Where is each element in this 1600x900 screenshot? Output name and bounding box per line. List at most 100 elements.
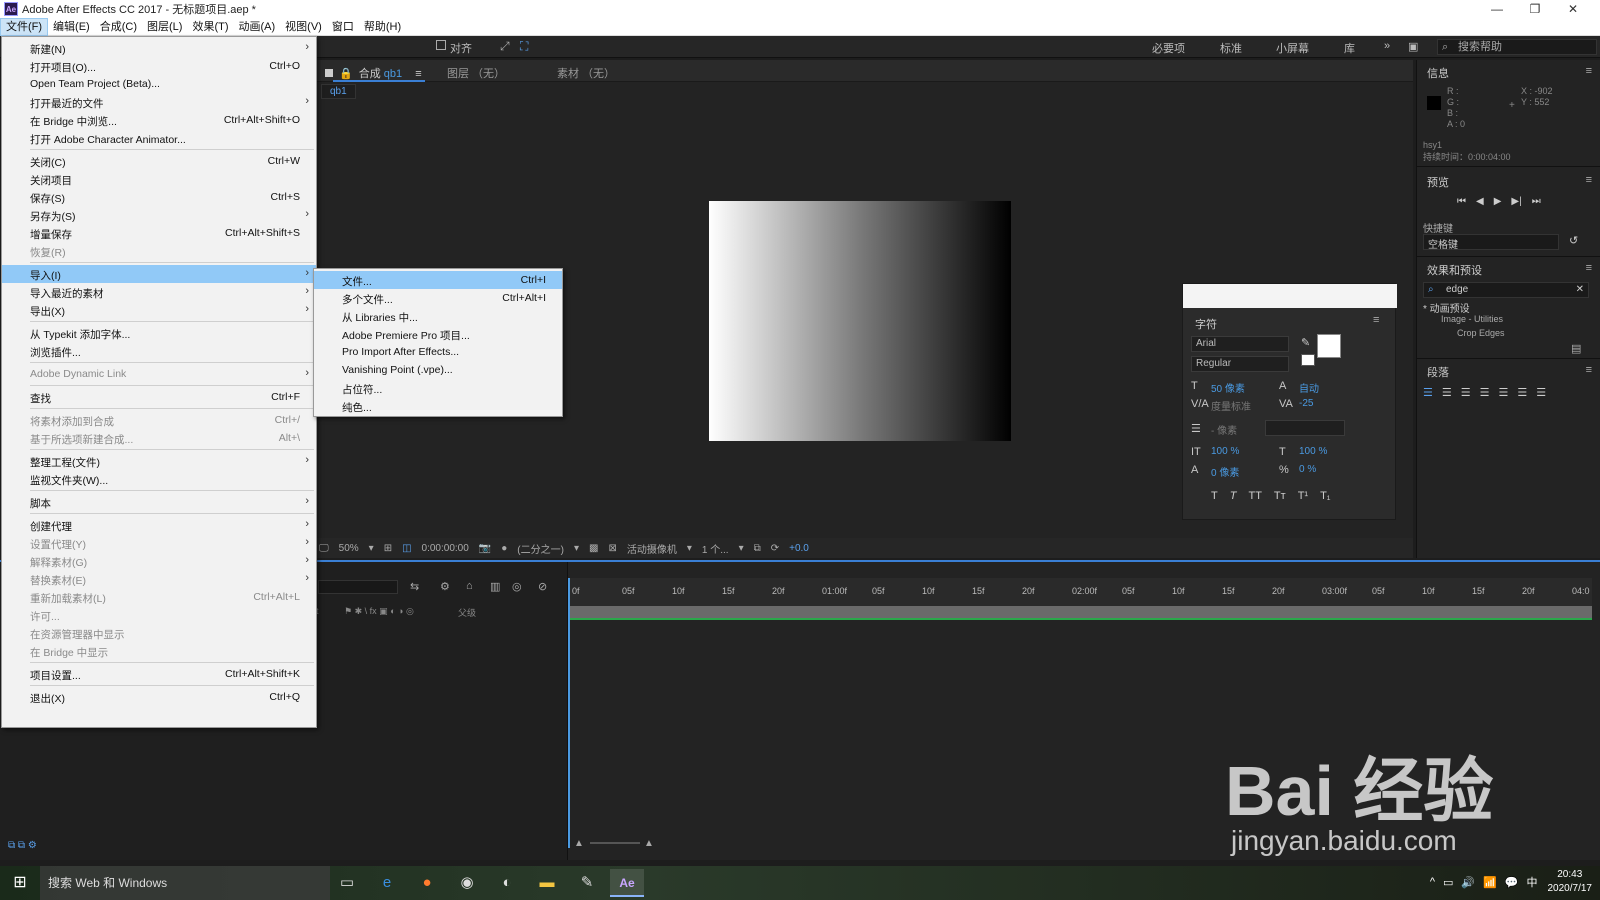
superscript-button[interactable]: T¹ bbox=[1298, 490, 1308, 502]
resolution-select[interactable]: (二分之一) bbox=[517, 541, 564, 556]
monitor-icon[interactable]: 🖵 bbox=[319, 543, 329, 554]
file-menu-item[interactable]: 新建(N) › bbox=[2, 39, 316, 57]
views-dropdown-icon[interactable]: ▾ bbox=[739, 543, 744, 554]
file-menu-item[interactable]: 整理工程(文件) › bbox=[2, 452, 316, 470]
paint-icon[interactable]: ✎ bbox=[570, 869, 604, 897]
reset-exposure-icon[interactable]: ⟳ bbox=[771, 543, 779, 554]
align-left-icon[interactable]: ☰ bbox=[1423, 386, 1433, 399]
after-effects-taskbar-icon[interactable]: Ae bbox=[610, 869, 644, 897]
file-menu-item[interactable]: 导入最近的素材 › bbox=[2, 283, 316, 301]
font-family-select[interactable]: Arial bbox=[1191, 336, 1289, 352]
next-frame-icon[interactable]: ▶| bbox=[1511, 196, 1521, 207]
close-tab-icon[interactable] bbox=[325, 69, 333, 77]
views-select[interactable]: 1 个... bbox=[702, 541, 729, 556]
menu-file[interactable]: 文件(F) bbox=[0, 17, 49, 36]
faux-italic-button[interactable]: T bbox=[1230, 490, 1237, 502]
horizontal-scale-value[interactable]: 100 % bbox=[1299, 446, 1327, 457]
menu-layer[interactable]: 图层(L) bbox=[142, 18, 187, 36]
file-menu-item[interactable]: 打开项目(O)... Ctrl+O bbox=[2, 57, 316, 75]
play-icon[interactable]: ▶ bbox=[1494, 196, 1502, 207]
file-menu-item[interactable]: 关闭项目 bbox=[2, 170, 316, 188]
small-caps-button[interactable]: Tт bbox=[1274, 490, 1286, 502]
file-menu-item[interactable]: 打开最近的文件 › bbox=[2, 93, 316, 111]
first-frame-icon[interactable]: ⏮ bbox=[1457, 196, 1466, 207]
menu-view[interactable]: 视图(V) bbox=[280, 18, 327, 36]
character-panel-header[interactable] bbox=[1183, 284, 1397, 308]
snap-checkbox[interactable] bbox=[436, 40, 446, 50]
zoom-out-icon[interactable]: ▲ bbox=[574, 838, 584, 849]
ime-indicator[interactable]: 中 bbox=[1527, 874, 1538, 890]
zoom-in-icon[interactable]: ▲ bbox=[644, 838, 654, 849]
workspace-essentials[interactable]: 必要项 bbox=[1152, 40, 1185, 56]
tab-menu-icon[interactable]: ≡ bbox=[415, 68, 421, 80]
minimize-button[interactable]: — bbox=[1478, 0, 1516, 18]
file-menu-item[interactable]: 导出(X) › bbox=[2, 301, 316, 319]
network-icon[interactable]: 📶 bbox=[1483, 876, 1497, 889]
taskbar-search-input[interactable]: 搜索 Web 和 Windows bbox=[40, 866, 330, 900]
search-help-input[interactable]: ⌕ 搜索帮助 bbox=[1437, 39, 1597, 55]
app-icon-4[interactable]: ◉ bbox=[450, 869, 484, 897]
leading-value[interactable]: 自动 bbox=[1299, 380, 1319, 395]
transparency-grid-icon[interactable]: ▩ bbox=[589, 543, 598, 554]
stroke-style-select[interactable] bbox=[1265, 420, 1345, 436]
draft-3d-icon[interactable]: ⚙ bbox=[440, 580, 450, 593]
file-menu-item[interactable]: 退出(X) Ctrl+Q bbox=[2, 688, 316, 706]
workspace-panel-icon[interactable]: ▣ bbox=[1408, 40, 1418, 53]
file-menu-item[interactable]: 另存为(S) › bbox=[2, 206, 316, 224]
import-menu-item[interactable]: 文件... Ctrl+I bbox=[314, 271, 562, 289]
time-ruler[interactable]: 0f 05f 10f 15f 20f 01:00f 05f 10f 15f 20f 02:00f 05… bbox=[568, 578, 1592, 606]
workspace-small-screen[interactable]: 小屏幕 bbox=[1276, 40, 1309, 56]
toggle-pixel-icon[interactable]: ⧉ bbox=[754, 543, 761, 554]
subscript-button[interactable]: T₁ bbox=[1320, 490, 1330, 502]
workspace-libraries[interactable]: 库 bbox=[1344, 40, 1355, 56]
reset-shortcut-icon[interactable]: ↺ bbox=[1569, 234, 1578, 247]
color-channels-icon[interactable]: ● bbox=[501, 543, 507, 554]
last-frame-icon[interactable]: ⏭ bbox=[1532, 196, 1541, 207]
frame-blending-icon[interactable]: ▥ bbox=[490, 580, 500, 593]
file-menu-item[interactable]: Open Team Project (Beta)... bbox=[2, 75, 316, 93]
panel-menu-icon[interactable]: ≡ bbox=[1373, 314, 1379, 326]
work-area-bar[interactable] bbox=[568, 606, 1592, 620]
file-menu-item[interactable]: 脚本 › bbox=[2, 493, 316, 511]
menu-edit[interactable]: 编辑(E) bbox=[48, 18, 95, 36]
stroke-width-value[interactable]: - 像素 bbox=[1211, 422, 1237, 437]
file-menu-item[interactable]: 查找 Ctrl+F bbox=[2, 388, 316, 406]
font-style-select[interactable]: Regular bbox=[1191, 356, 1289, 372]
file-menu-item[interactable]: 在 Bridge 中浏览... Ctrl+Alt+Shift+O bbox=[2, 111, 316, 129]
import-menu-item[interactable]: Adobe Premiere Pro 项目... bbox=[314, 325, 562, 343]
file-menu-item[interactable]: 打开 Adobe Character Animator... bbox=[2, 129, 316, 147]
viewer-timecode[interactable]: 0:00:00:00 bbox=[422, 543, 469, 554]
task-view-icon[interactable]: ▭ bbox=[330, 869, 364, 897]
camera-select[interactable]: 活动摄像机 bbox=[627, 541, 677, 556]
current-time-indicator[interactable] bbox=[568, 578, 576, 848]
tracking-value[interactable]: -25 bbox=[1299, 398, 1313, 409]
file-menu-item[interactable]: 关闭(C) Ctrl+W bbox=[2, 152, 316, 170]
windows-start-icon[interactable]: ⊞ bbox=[0, 866, 40, 900]
tab-footage[interactable]: 素材 （无） bbox=[557, 65, 615, 81]
tab-layer[interactable]: 图层 （无） bbox=[447, 65, 505, 81]
justify-all-icon[interactable]: ☰ bbox=[1536, 386, 1546, 399]
shortcut-select[interactable]: 空格键 bbox=[1423, 234, 1559, 251]
maximize-button[interactable]: ❐ bbox=[1516, 0, 1554, 18]
camera-snapshot-icon[interactable]: 📷 bbox=[479, 543, 491, 554]
taskbar-clock[interactable]: 20:43 2020/7/17 bbox=[1548, 868, 1593, 896]
timeline-zoom-slider[interactable] bbox=[590, 842, 640, 844]
menu-effect[interactable]: 效果(T) bbox=[187, 18, 233, 36]
volume-icon[interactable]: 🔊 bbox=[1461, 876, 1475, 889]
snap-grid-icon[interactable]: ⛶ bbox=[520, 39, 528, 54]
file-menu-item[interactable]: 监视文件夹(W)... bbox=[2, 470, 316, 488]
clear-search-icon[interactable]: ✕ bbox=[1576, 284, 1584, 295]
tsume-value[interactable]: 0 % bbox=[1299, 464, 1316, 475]
justify-right-icon[interactable]: ☰ bbox=[1517, 386, 1527, 399]
comp-flowchart-icon[interactable]: ⇆ bbox=[410, 580, 419, 593]
import-menu-item[interactable]: Vanishing Point (.vpe)... bbox=[314, 361, 562, 379]
new-preset-icon[interactable]: ▤ bbox=[1571, 342, 1581, 355]
import-menu-item[interactable]: 从 Libraries 中... bbox=[314, 307, 562, 325]
effects-panel-menu-icon[interactable]: ≡ bbox=[1586, 262, 1592, 274]
file-menu-item[interactable]: 浏览插件... bbox=[2, 342, 316, 360]
kerning-value[interactable]: 度量标准 bbox=[1211, 398, 1251, 413]
motion-blur-icon[interactable]: ◎ bbox=[512, 580, 522, 593]
resolution-dropdown-icon[interactable]: ▾ bbox=[574, 543, 579, 554]
fit-icon[interactable]: ⊞ bbox=[384, 543, 392, 554]
snap-arrow-icon[interactable]: ⤢ bbox=[500, 39, 510, 54]
